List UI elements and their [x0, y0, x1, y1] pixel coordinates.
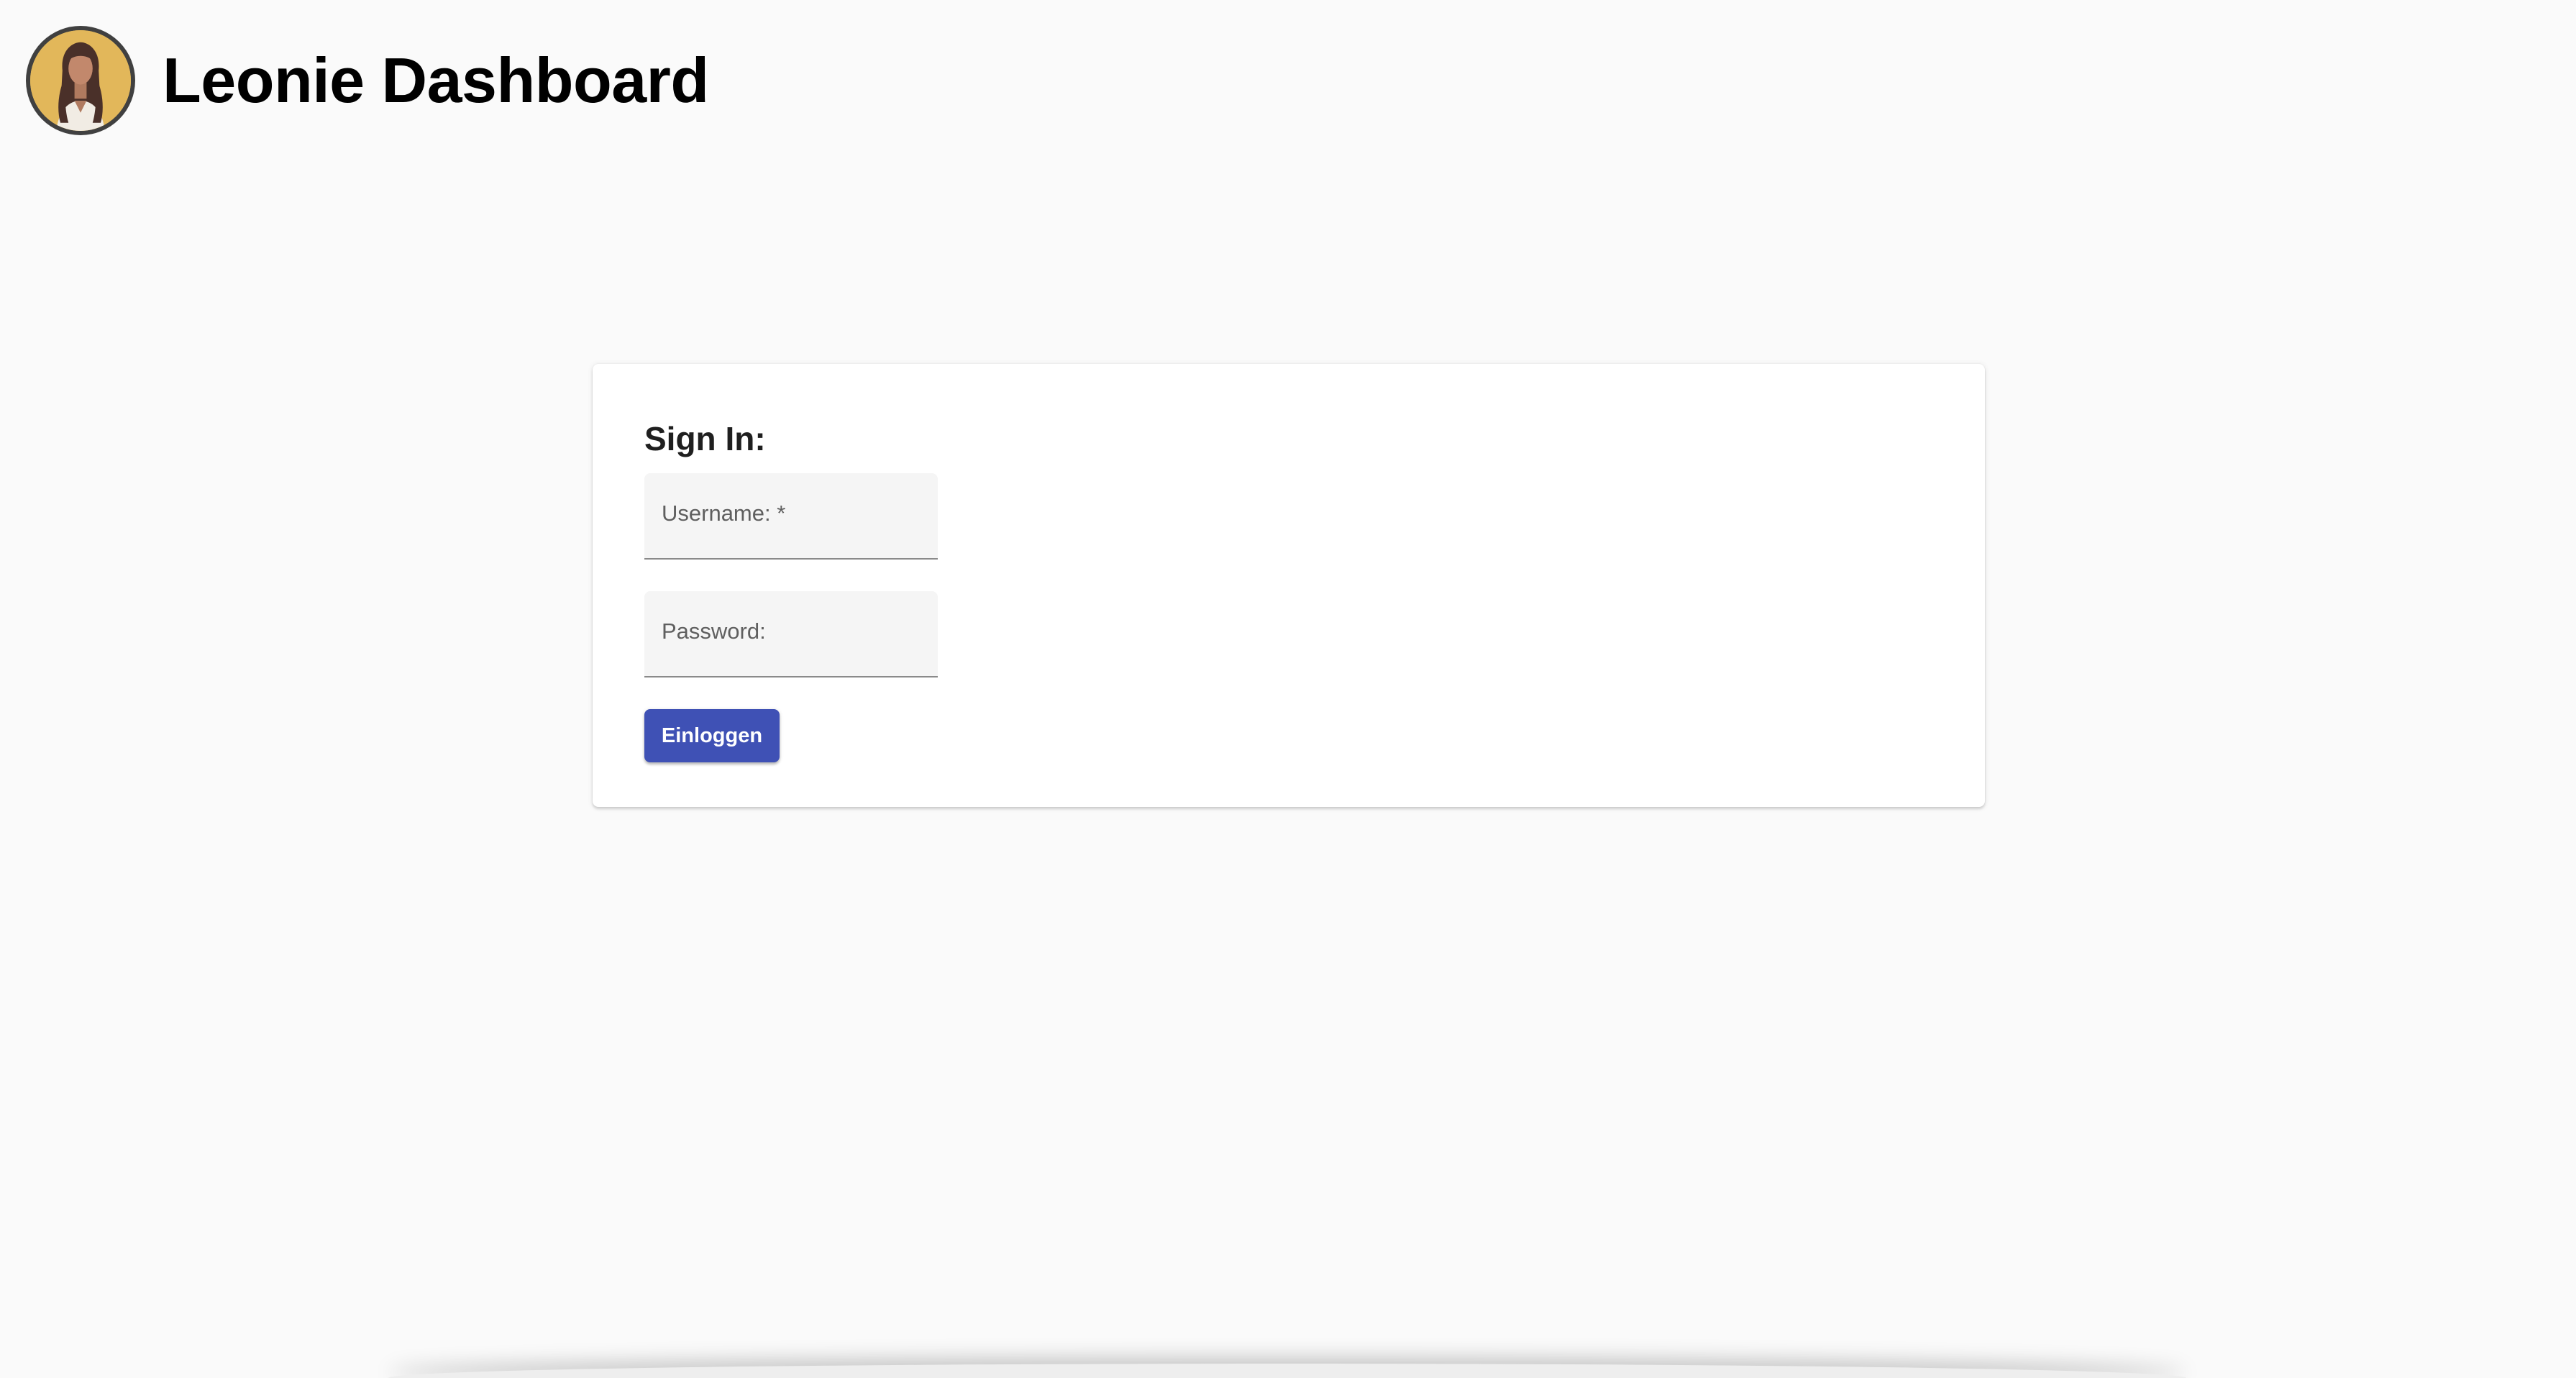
page: Leonie Dashboard Sign In: Username: * Pa…	[0, 0, 2576, 1378]
woman-avatar-icon	[30, 30, 131, 131]
avatar	[26, 26, 135, 135]
bottom-panel-edge	[388, 1364, 2186, 1378]
login-card: Sign In: Username: * Password: Einloggen	[593, 364, 1985, 807]
page-title: Leonie Dashboard	[163, 45, 709, 116]
login-title: Sign In:	[644, 420, 766, 457]
username-input[interactable]	[662, 524, 921, 551]
password-label: Password:	[662, 619, 766, 644]
login-button[interactable]: Einloggen	[644, 709, 780, 762]
password-field[interactable]: Password:	[644, 591, 938, 677]
password-input[interactable]	[662, 642, 921, 669]
username-label: Username: *	[662, 501, 786, 526]
username-field[interactable]: Username: *	[644, 473, 938, 560]
app-header: Leonie Dashboard	[26, 23, 709, 138]
